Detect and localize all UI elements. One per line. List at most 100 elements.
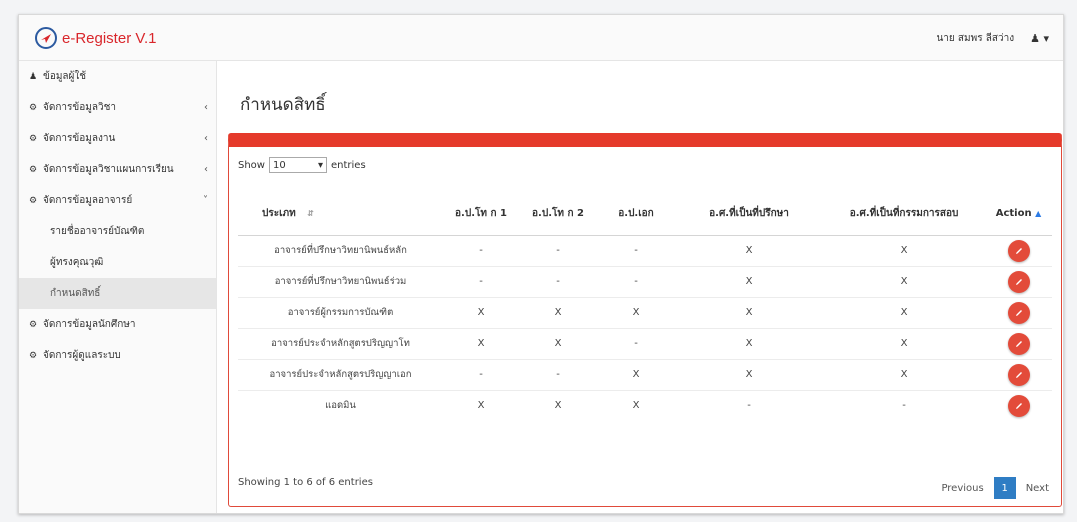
column-header-action[interactable]: Action ▲ — [985, 193, 1052, 236]
table-info: Showing 1 to 6 of 6 entries — [238, 477, 373, 488]
permission-cell: - — [443, 265, 519, 297]
sidebar-item-students[interactable]: ⚙ จัดการข้อมูลนักศึกษา — [19, 309, 216, 340]
type-cell: อาจารย์ประจำหลักสูตรปริญญาโท — [238, 327, 443, 359]
sidebar-subitem-experts[interactable]: ผู้ทรงคุณวุฒิ — [19, 247, 216, 278]
action-cell — [985, 358, 1052, 390]
permission-cell: X — [823, 296, 985, 328]
sidebar-item-teachers[interactable]: ⚙ จัดการข้อมูลอาจารย์ ˅ — [19, 185, 216, 216]
cogs-icon: ⚙ — [29, 164, 38, 175]
type-cell: อาจารย์ประจำหลักสูตรปริญญาเอก — [238, 358, 443, 390]
permissions-table: ประเภท ⇵ อ.ป.โท ก 1 อ.ป.โท ก 2 อ.ป.เอก อ… — [238, 193, 1052, 421]
table-row: แอดมิน X X X - - — [238, 389, 1052, 421]
header-label: ประเภท — [262, 208, 296, 220]
column-header-master-1[interactable]: อ.ป.โท ก 1 — [443, 193, 519, 236]
permission-cell: X — [823, 265, 985, 297]
permission-cell: - — [597, 327, 675, 359]
permission-cell: - — [519, 234, 597, 266]
type-cell: อาจารย์ที่ปรึกษาวิทยานิพนธ์หลัก — [238, 234, 443, 266]
sidebar-item-subjects[interactable]: ⚙ จัดการข้อมูลวิชา ‹ — [19, 92, 216, 123]
user-menu[interactable]: นาย สมพร ลีสว่าง ♟ ▾ — [936, 31, 1049, 46]
column-header-committee[interactable]: อ.ศ.ที่เป็นที่กรรมการสอบ — [823, 193, 985, 236]
page-length-value: 10 — [272, 159, 286, 171]
permission-cell: X — [597, 389, 675, 421]
action-cell — [985, 296, 1052, 328]
permission-cell: X — [443, 327, 519, 359]
sidebar-subitem-teacher-list[interactable]: รายชื่ออาจารย์บัณฑิต — [19, 216, 216, 247]
sidebar-subitem-permissions[interactable]: กำหนดสิทธิ์ — [19, 278, 216, 309]
edit-button[interactable] — [1007, 363, 1030, 386]
cogs-icon: ⚙ — [29, 195, 38, 206]
edit-button[interactable] — [1007, 301, 1030, 324]
column-header-type[interactable]: ประเภท ⇵ — [238, 193, 443, 236]
pencil-icon — [1015, 278, 1022, 285]
permission-cell: X — [519, 327, 597, 359]
column-header-advisor[interactable]: อ.ศ.ที่เป็นที่ปรึกษา — [675, 193, 823, 236]
permission-cell: X — [675, 234, 823, 266]
pencil-icon — [1015, 402, 1022, 409]
cogs-icon: ⚙ — [29, 350, 38, 361]
permission-cell: X — [675, 327, 823, 359]
sort-asc-icon: ▲ — [1035, 209, 1042, 219]
app-title: e-Register V.1 — [62, 29, 157, 47]
table-row: อาจารย์ที่ปรึกษาวิทยานิพนธ์ร่วม - - - X X — [238, 265, 1052, 297]
permission-cell: - — [443, 358, 519, 390]
chevron-down-icon: ˅ — [203, 195, 208, 206]
chevron-left-icon: ‹ — [204, 102, 208, 113]
header-label: Action — [995, 208, 1032, 220]
cogs-icon: ⚙ — [29, 319, 38, 330]
sidebar-item-label: จัดการผู้ดูแลระบบ — [43, 350, 121, 361]
sidebar-item-admins[interactable]: ⚙ จัดการผู้ดูแลระบบ — [19, 340, 216, 371]
user-icon[interactable]: ♟ ▾ — [1030, 32, 1049, 45]
next-page-button[interactable]: Next — [1026, 483, 1049, 494]
table-row: อาจารย์ผู้กรรมการบัณฑิต X X X X X — [238, 296, 1052, 328]
brand[interactable]: e-Register V.1 — [35, 27, 157, 49]
sidebar: ♟ ข้อมูลผู้ใช้ ⚙ จัดการข้อมูลวิชา ‹ ⚙ จั… — [19, 61, 217, 513]
previous-page-button[interactable]: Previous — [941, 483, 983, 494]
page-button-current[interactable]: 1 — [993, 477, 1016, 499]
edit-button[interactable] — [1007, 239, 1030, 262]
column-header-doctoral[interactable]: อ.ป.เอก — [597, 193, 675, 236]
edit-button[interactable] — [1007, 270, 1030, 293]
logo-icon — [35, 27, 57, 49]
sidebar-item-work[interactable]: ⚙ จัดการข้อมูลงาน ‹ — [19, 123, 216, 154]
permission-cell: X — [443, 296, 519, 328]
permission-cell: X — [823, 234, 985, 266]
chevron-down-icon: ▾ — [317, 159, 323, 171]
main-content: กำหนดสิทธิ์ Show 10 ▾ entries ประเภท ⇵ อ… — [218, 61, 1063, 513]
table-header-row: ประเภท ⇵ อ.ป.โท ก 1 อ.ป.โท ก 2 อ.ป.เอก อ… — [238, 193, 1052, 236]
sort-icon: ⇵ — [307, 209, 314, 219]
entries-label: entries — [330, 159, 366, 171]
user-name: นาย สมพร ลีสว่าง — [936, 33, 1015, 44]
permission-cell: - — [597, 265, 675, 297]
permission-cell: X — [597, 296, 675, 328]
cogs-icon: ⚙ — [29, 133, 38, 144]
permission-cell: X — [597, 358, 675, 390]
action-cell — [985, 327, 1052, 359]
table-row: อาจารย์ประจำหลักสูตรปริญญาเอก - - X X X — [238, 358, 1052, 390]
sidebar-item-label: ข้อมูลผู้ใช้ — [43, 71, 87, 82]
chevron-left-icon: ‹ — [204, 164, 208, 175]
pencil-icon — [1015, 247, 1022, 254]
type-cell: อาจารย์ที่ปรึกษาวิทยานิพนธ์ร่วม — [238, 265, 443, 297]
permission-cell: X — [675, 265, 823, 297]
browser-frame: e-Register V.1 นาย สมพร ลีสว่าง ♟ ▾ ♟ ข้… — [18, 14, 1064, 514]
action-cell — [985, 234, 1052, 266]
sidebar-item-label: จัดการข้อมูลงาน — [43, 133, 116, 144]
table-row: อาจารย์ประจำหลักสูตรปริญญาโท X X - X X — [238, 327, 1052, 359]
edit-button[interactable] — [1007, 394, 1030, 417]
action-cell — [985, 389, 1052, 421]
permission-cell: - — [675, 389, 823, 421]
page-length-control: Show 10 ▾ entries — [238, 157, 366, 173]
sidebar-item-study-plan[interactable]: ⚙ จัดการข้อมูลวิชาแผนการเรียน ‹ — [19, 154, 216, 185]
pencil-icon — [1015, 309, 1022, 316]
permission-cell: X — [519, 389, 597, 421]
permission-cell: X — [675, 296, 823, 328]
show-label: Show — [238, 159, 265, 171]
page-length-select[interactable]: 10 ▾ — [268, 157, 327, 173]
users-icon: ♟ — [29, 71, 38, 82]
column-header-master-2[interactable]: อ.ป.โท ก 2 — [519, 193, 597, 236]
sidebar-item-profile[interactable]: ♟ ข้อมูลผู้ใช้ — [19, 61, 216, 92]
permission-cell: X — [519, 296, 597, 328]
edit-button[interactable] — [1007, 332, 1030, 355]
permission-cell: - — [519, 358, 597, 390]
